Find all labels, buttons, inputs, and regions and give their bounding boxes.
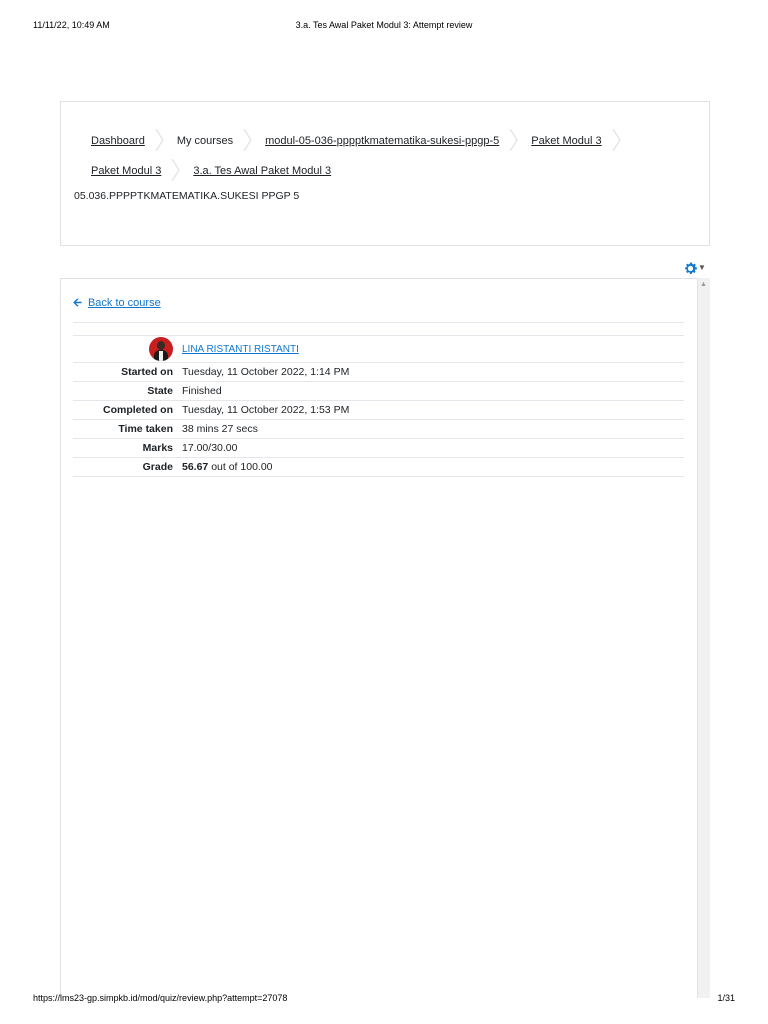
row-label: Completed on — [73, 400, 182, 420]
row-label: Marks — [73, 438, 182, 458]
breadcrumb-separator-icon — [509, 129, 519, 151]
back-to-course-link[interactable]: 🡨 Back to course — [73, 294, 161, 313]
row-value: 17.00/30.00 — [182, 438, 684, 458]
gear-icon — [685, 262, 697, 274]
row-label: Started on — [73, 362, 182, 382]
breadcrumb-link[interactable]: Paket Modul 3 — [531, 135, 601, 147]
row-value: Tuesday, 11 October 2022, 1:14 PM — [182, 362, 684, 382]
grade-value: 56.67 — [182, 461, 209, 473]
table-row: State Finished — [73, 381, 684, 401]
user-cell: LINA RISTANTI RISTANTI — [182, 336, 684, 363]
attempt-summary-table: LINA RISTANTI RISTANTI Started on Tuesda… — [73, 336, 684, 477]
breadcrumb-text: My courses — [176, 135, 234, 147]
scrollbar[interactable]: ▲ — [697, 278, 710, 998]
breadcrumb: Dashboard My courses modul-05-036-pppptk… — [83, 126, 683, 186]
print-url: https://lms23-gp.simpkb.id/mod/quiz/revi… — [33, 993, 288, 1003]
table-row: Completed on Tuesday, 11 October 2022, 1… — [73, 400, 684, 420]
breadcrumb-item-my-courses: My courses — [169, 126, 257, 156]
breadcrumb-separator-icon — [243, 129, 252, 151]
row-value: Finished — [182, 381, 684, 401]
breadcrumb-separator-icon — [171, 159, 181, 181]
row-value: Tuesday, 11 October 2022, 1:53 PM — [182, 400, 684, 420]
table-row: Marks 17.00/30.00 — [73, 438, 684, 458]
breadcrumb-link[interactable]: Dashboard — [91, 135, 145, 147]
avatar[interactable] — [149, 337, 173, 361]
grade-suffix: out of 100.00 — [208, 461, 273, 473]
breadcrumb-item-course[interactable]: modul-05-036-pppptkmatematika-sukesi-ppg… — [257, 126, 523, 156]
breadcrumb-link[interactable]: modul-05-036-pppptkmatematika-sukesi-ppg… — [265, 135, 499, 147]
table-row: Grade 56.67 out of 100.00 — [73, 457, 684, 477]
avatar-cell — [73, 336, 182, 363]
row-label: Time taken — [73, 419, 182, 439]
row-value: 38 mins 27 secs — [182, 419, 684, 439]
grade-value-cell: 56.67 out of 100.00 — [182, 457, 684, 477]
table-row: LINA RISTANTI RISTANTI — [73, 336, 684, 363]
breadcrumb-item-dashboard[interactable]: Dashboard — [83, 126, 169, 156]
row-label: State — [73, 381, 182, 401]
print-page-number: 1/31 — [717, 993, 735, 1003]
breadcrumb-link[interactable]: Paket Modul 3 — [91, 165, 161, 177]
breadcrumb-separator-icon — [611, 129, 621, 151]
breadcrumb-item-subsection[interactable]: Paket Modul 3 — [83, 156, 185, 186]
back-to-course-label[interactable]: Back to course — [88, 297, 161, 309]
course-code: 05.036.PPPPTKMATEMATIKA.SUKESI PPGP 5 — [74, 190, 300, 202]
grade-label: Grade — [73, 457, 182, 477]
page-header: Dashboard My courses modul-05-036-pppptk… — [60, 101, 710, 246]
table-row: Time taken 38 mins 27 secs — [73, 419, 684, 439]
breadcrumb-separator-icon — [155, 129, 164, 151]
user-profile-link[interactable]: LINA RISTANTI RISTANTI — [182, 344, 299, 355]
arrow-left-icon: 🡨 — [73, 297, 82, 309]
print-page-title: 3.a. Tes Awal Paket Modul 3: Attempt rev… — [295, 20, 473, 30]
breadcrumb-item-section[interactable]: Paket Modul 3 — [523, 126, 625, 156]
scroll-up-icon[interactable]: ▲ — [700, 281, 707, 288]
breadcrumb-link[interactable]: 3.a. Tes Awal Paket Modul 3 — [193, 165, 331, 177]
table-row: Started on Tuesday, 11 October 2022, 1:1… — [73, 362, 684, 382]
breadcrumb-item-quiz[interactable]: 3.a. Tes Awal Paket Modul 3 — [185, 156, 355, 186]
settings-menu-button[interactable]: ▼ — [683, 259, 709, 277]
divider — [73, 322, 684, 323]
chevron-down-icon: ▼ — [698, 263, 706, 272]
